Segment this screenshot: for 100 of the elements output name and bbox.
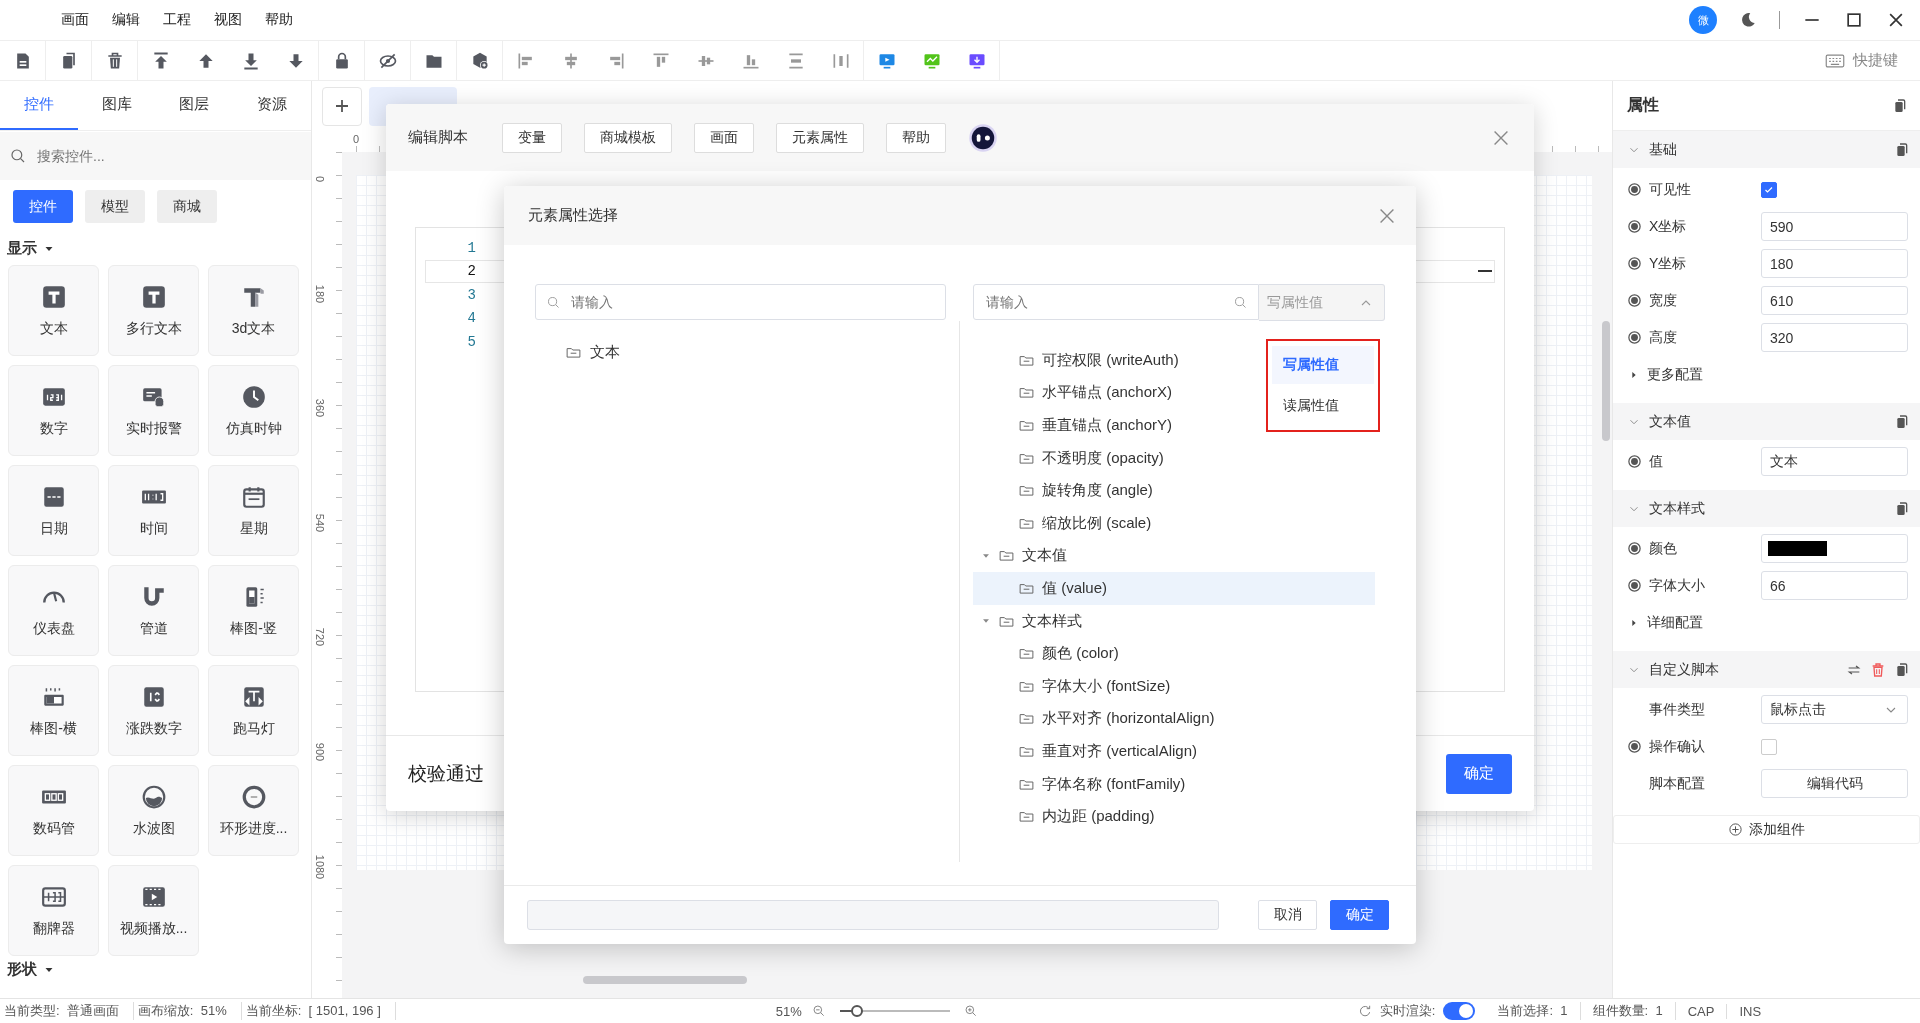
- radio-icon[interactable]: [1627, 293, 1642, 308]
- header-button[interactable]: 元素属性: [776, 122, 864, 153]
- slider-thumb[interactable]: [851, 1005, 864, 1017]
- radio-icon[interactable]: [1627, 739, 1642, 754]
- widget-tile[interactable]: 棒图-竖: [208, 565, 299, 656]
- panel-tab[interactable]: 图库: [77, 81, 156, 130]
- panel-tab[interactable]: 控件: [0, 81, 78, 130]
- add-component-button[interactable]: 添加组件: [1613, 815, 1920, 844]
- widget-tile[interactable]: 水波图: [108, 765, 199, 856]
- widget-tile[interactable]: 数字: [8, 365, 99, 456]
- dropdown[interactable]: 鼠标点击: [1761, 695, 1908, 724]
- input-field[interactable]: 320: [1761, 323, 1908, 352]
- header-button[interactable]: 帮助: [886, 122, 946, 153]
- search-field[interactable]: 搜索控件...: [0, 132, 311, 180]
- search-input[interactable]: 请输入: [569, 293, 935, 311]
- section-title[interactable]: 显示: [7, 239, 37, 258]
- header-button[interactable]: 画面: [694, 122, 754, 153]
- refresh-icon[interactable]: [1357, 1004, 1372, 1018]
- input-field[interactable]: 590: [1761, 212, 1908, 241]
- tree-item[interactable]: 缩放比例 (scale): [973, 506, 1375, 540]
- panel-tab[interactable]: 图层: [155, 81, 234, 130]
- delete-icon[interactable]: [1870, 661, 1886, 678]
- input-field[interactable]: [527, 900, 1219, 930]
- checkbox[interactable]: [1761, 181, 1777, 198]
- menu-item[interactable]: 工程: [163, 11, 191, 29]
- copy-icon[interactable]: [1894, 141, 1910, 158]
- copy-icon[interactable]: [1894, 500, 1910, 517]
- radio-icon[interactable]: [1627, 454, 1642, 469]
- input-field[interactable]: 610: [1761, 286, 1908, 315]
- menu-item[interactable]: 视图: [214, 11, 242, 29]
- widget-tile[interactable]: 涨跌数字: [108, 665, 199, 756]
- radio-icon[interactable]: [1627, 330, 1642, 345]
- radio-icon[interactable]: [1627, 541, 1642, 556]
- widget-tile[interactable]: 棒图-横: [8, 665, 99, 756]
- tree-item[interactable]: 文本: [565, 338, 620, 366]
- dropdown-option[interactable]: 写属性值: [1272, 346, 1374, 384]
- maximize-icon[interactable]: [1844, 10, 1864, 30]
- tree-item[interactable]: 文本样式: [973, 604, 1375, 638]
- widget-tile[interactable]: 实时报警: [108, 365, 199, 456]
- confirm-button[interactable]: 确定: [1446, 753, 1512, 794]
- panel-tab[interactable]: 资源: [233, 81, 311, 130]
- widget-tile[interactable]: 翻牌器: [8, 865, 99, 956]
- search-field[interactable]: 请输入: [535, 284, 946, 320]
- scrollbar[interactable]: [583, 976, 747, 984]
- widget-tile[interactable]: 数码管: [8, 765, 99, 856]
- input-field[interactable]: 文本: [1761, 447, 1908, 476]
- cancel-button[interactable]: 取消: [1258, 900, 1317, 930]
- widget-tile[interactable]: 视频播放...: [108, 865, 199, 956]
- widget-tile[interactable]: 管道: [108, 565, 199, 656]
- zoom-out-icon[interactable]: [811, 1004, 826, 1018]
- tree-item[interactable]: 旋转角度 (angle): [973, 474, 1375, 507]
- assistant-icon[interactable]: [968, 122, 998, 153]
- expander-toggle[interactable]: 更多配置: [1627, 365, 1703, 384]
- search-input[interactable]: 搜索控件...: [35, 147, 285, 165]
- tree-item[interactable]: 文本值: [973, 539, 1375, 573]
- scrollbar[interactable]: [1602, 321, 1610, 441]
- shortcut-link[interactable]: 快捷键: [1853, 51, 1898, 70]
- filter-button[interactable]: 模型: [85, 190, 145, 223]
- widget-tile[interactable]: 跑马灯: [208, 665, 299, 756]
- edit-code-button[interactable]: 编辑代码: [1761, 769, 1908, 798]
- menu-item[interactable]: 画面: [61, 11, 89, 29]
- widget-tile[interactable]: 3d文本: [208, 265, 299, 356]
- tree-item[interactable]: 字体大小 (fontSize): [973, 669, 1375, 703]
- menu-item[interactable]: 帮助: [265, 11, 293, 29]
- filter-button[interactable]: 控件: [13, 190, 73, 223]
- widget-tile[interactable]: 时间: [108, 465, 199, 556]
- tree-item[interactable]: 不透明度 (opacity): [973, 441, 1375, 475]
- filter-button[interactable]: 商城: [157, 190, 217, 223]
- tree-item[interactable]: 颜色 (color): [973, 637, 1375, 670]
- moon-icon[interactable]: [1739, 11, 1757, 29]
- checkbox[interactable]: [1761, 738, 1777, 755]
- menu-item[interactable]: 编辑: [112, 11, 140, 29]
- input-field[interactable]: 66: [1761, 571, 1908, 600]
- section-title[interactable]: 形状: [7, 960, 37, 979]
- widget-tile[interactable]: 多行文本: [108, 265, 199, 356]
- tree-item[interactable]: 内边距 (padding): [973, 800, 1375, 833]
- color-field[interactable]: [1761, 534, 1908, 563]
- copy-icon[interactable]: [1892, 97, 1908, 114]
- widget-tile[interactable]: 星期: [208, 465, 299, 556]
- radio-icon[interactable]: [1627, 182, 1642, 197]
- expander-toggle[interactable]: 详细配置: [1627, 613, 1703, 632]
- color-swatch[interactable]: [1768, 541, 1827, 556]
- widget-tile[interactable]: 环形进度...: [208, 765, 299, 856]
- input-field[interactable]: 180: [1761, 249, 1908, 278]
- widget-tile[interactable]: 日期: [8, 465, 99, 556]
- widget-tile[interactable]: 文本: [8, 265, 99, 356]
- search-input[interactable]: 请输入: [984, 293, 1225, 311]
- tree-item[interactable]: 垂直对齐 (verticalAlign): [973, 735, 1375, 768]
- copy-icon[interactable]: [1894, 661, 1910, 678]
- radio-icon[interactable]: [1627, 578, 1642, 593]
- widget-tile[interactable]: 仪表盘: [8, 565, 99, 656]
- header-button[interactable]: 商城模板: [584, 122, 672, 153]
- tree-item[interactable]: 值 (value): [973, 572, 1375, 605]
- search-field[interactable]: 请输入: [973, 284, 1259, 320]
- tree-item[interactable]: 字体名称 (fontFamily): [973, 767, 1375, 801]
- toggle-switch[interactable]: [1443, 1002, 1476, 1020]
- radio-icon[interactable]: [1627, 219, 1642, 234]
- user-avatar[interactable]: 微: [1689, 6, 1717, 34]
- add-page-button[interactable]: [322, 86, 362, 126]
- tree-item[interactable]: 水平对齐 (horizontalAlign): [973, 702, 1375, 736]
